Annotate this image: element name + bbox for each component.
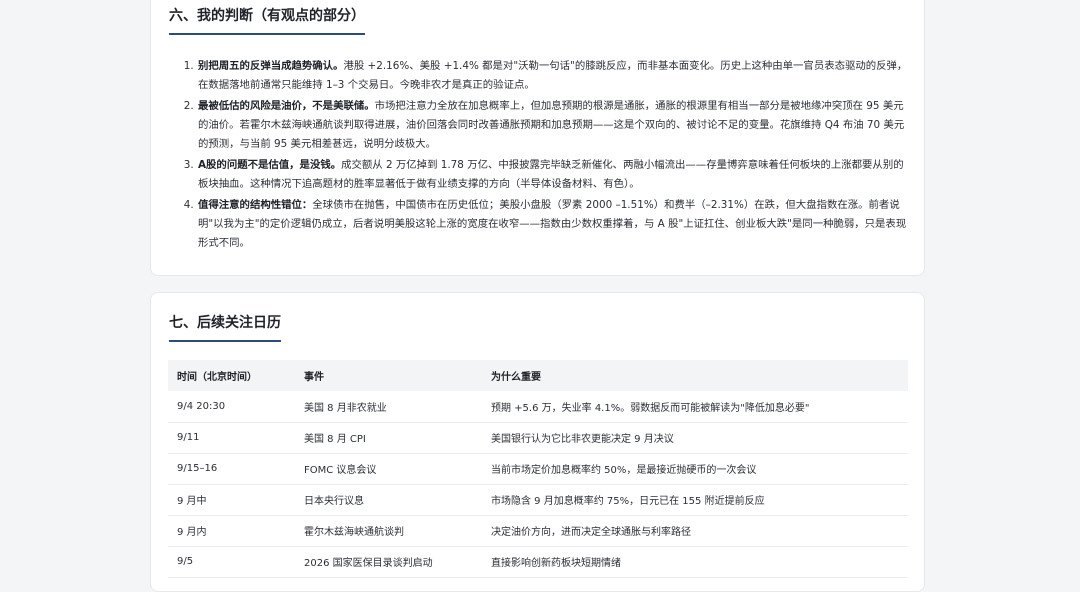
calendar-section-title: 七、后续关注日历 [169,312,281,342]
cell-importance: 预期 +5.6 万，失业率 4.1%。弱数据反而可能被解读为"降低加息必要" [482,391,908,423]
judgment-item: A股的问题不是估值，是没钱。成交额从 2 万亿掉到 1.78 万亿、中报披露完毕… [197,156,911,194]
cell-importance: 决定油价方向，进而决定全球通胀与利率路径 [482,515,908,547]
cell-event: 日本央行议息 [295,484,482,516]
judgment-item-lead: A股的问题不是估值，是没钱。 [198,159,342,171]
cell-time: 9 月内 [168,515,295,547]
table-row: 9 月内 霍尔木兹海峡通航谈判 决定油价方向，进而决定全球通胀与利率路径 [168,515,908,547]
cell-time: 9/15–16 [168,453,295,485]
cell-event: 美国 8 月 CPI [295,422,482,454]
table-row: 9/11 美国 8 月 CPI 美国银行认为它比非农更能决定 9 月决议 [168,422,908,454]
judgment-item-lead: 值得注意的结构性错位： [198,199,313,211]
cell-time: 9/5 [168,546,295,578]
judgment-list: 别把周五的反弹当成趋势确认。港股 +2.16%、美股 +1.4% 都是对"沃勒一… [183,57,911,255]
cell-importance: 美国银行认为它比非农更能决定 9 月决议 [482,422,908,454]
cell-event: 美国 8 月非农就业 [295,391,482,423]
cell-event: 霍尔木兹海峡通航谈判 [295,515,482,547]
cell-event: FOMC 议息会议 [295,453,482,485]
cell-importance: 直接影响创新药板块短期情绪 [482,546,908,578]
judgment-item: 最被低估的风险是油价，不是美联储。市场把注意力全放在加息概率上，但加息预期的根源… [197,97,911,154]
table-row: 9/5 2026 国家医保目录谈判启动 直接影响创新药板块短期情绪 [168,546,908,578]
table-header-row: 时间（北京时间） 事件 为什么重要 [168,360,908,391]
judgment-item: 别把周五的反弹当成趋势确认。港股 +2.16%、美股 +1.4% 都是对"沃勒一… [197,57,911,95]
cell-time: 9/11 [168,422,295,454]
calendar-card: 七、后续关注日历 时间（北京时间） 事件 为什么重要 9/4 20:30 美国 … [150,292,925,592]
table-row: 9/4 20:30 美国 8 月非农就业 预期 +5.6 万，失业率 4.1%。… [168,391,908,423]
table-row: 9/15–16 FOMC 议息会议 当前市场定价加息概率约 50%，是最接近抛硬… [168,453,908,485]
column-header-event: 事件 [295,360,482,391]
cell-event: 2026 国家医保目录谈判启动 [295,546,482,578]
judgment-item: 值得注意的结构性错位：全球债市在抛售，中国债市在历史低位；美股小盘股（罗素 20… [197,196,911,253]
judgment-item-lead: 最被低估的风险是油价，不是美联储。 [198,100,375,112]
judgment-card: 六、我的判断（有观点的部分） 别把周五的反弹当成趋势确认。港股 +2.16%、美… [150,0,925,276]
column-header-time: 时间（北京时间） [168,360,295,391]
judgment-item-lead: 别把周五的反弹当成趋势确认。 [198,60,344,72]
cell-time: 9 月中 [168,484,295,516]
cell-time: 9/4 20:30 [168,391,295,423]
cell-importance: 当前市场定价加息概率约 50%，是最接近抛硬币的一次会议 [482,453,908,485]
column-header-importance: 为什么重要 [482,360,908,391]
cell-importance: 市场隐含 9 月加息概率约 75%，日元已在 155 附近提前反应 [482,484,908,516]
judgment-section-title: 六、我的判断（有观点的部分） [169,5,365,35]
calendar-table: 时间（北京时间） 事件 为什么重要 9/4 20:30 美国 8 月非农就业 预… [168,360,908,578]
table-row: 9 月中 日本央行议息 市场隐含 9 月加息概率约 75%，日元已在 155 附… [168,484,908,516]
